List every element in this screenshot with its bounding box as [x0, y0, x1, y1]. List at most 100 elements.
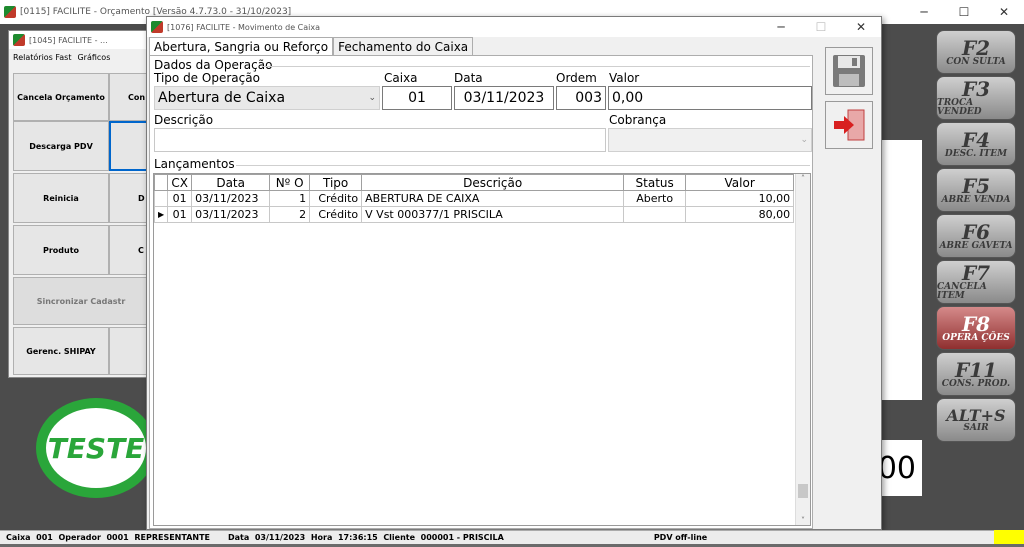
scroll-down-icon[interactable]: ˅	[796, 516, 810, 525]
status-data-label: Data	[228, 533, 250, 542]
column-numero[interactable]: Nº O	[269, 174, 311, 191]
ordem-field[interactable]: 003	[556, 86, 606, 110]
fkey-label: F5	[961, 173, 991, 198]
tipo-operacao-value: Abertura de Caixa	[158, 90, 286, 106]
f11-consulta-produto-button[interactable]: F11 CONS. PROD.	[936, 352, 1016, 396]
fkey-caption: ABRE GAVETA	[939, 240, 1013, 251]
exit-button[interactable]	[825, 101, 873, 149]
column-status[interactable]: Status	[623, 174, 687, 191]
minimize-button[interactable]: ─	[761, 20, 801, 34]
c-button[interactable]: C	[109, 225, 149, 275]
fkey-label: F3	[961, 77, 991, 101]
maximize-button[interactable]: ☐	[944, 5, 984, 19]
column-data[interactable]: Data	[191, 174, 271, 191]
data-field[interactable]: 03/11/2023	[454, 86, 554, 110]
menu-relatorios-fast[interactable]: Relatórios Fast	[13, 53, 71, 62]
scrollbar-thumb[interactable]	[798, 484, 808, 498]
fkey-caption: CON SULTA	[946, 56, 1006, 67]
function-key-panel: F2 CON SULTA F3 TROCA VENDED F4 DESC. ITEM …	[936, 30, 1020, 444]
descricao-field[interactable]	[154, 128, 606, 152]
cell-status	[623, 206, 687, 223]
status-hora: 17:36:15	[337, 533, 378, 542]
fkey-label: F2	[961, 35, 991, 60]
cell-tipo: Crédito	[309, 206, 363, 223]
close-button[interactable]: ✕	[984, 5, 1024, 19]
fkey-label: ALT+S	[946, 405, 1006, 425]
save-button[interactable]	[825, 47, 873, 95]
maximize-button[interactable]: ☐	[801, 20, 841, 34]
app-icon	[4, 6, 16, 18]
reinicia-button[interactable]: Reinicia	[13, 173, 109, 223]
sincronizar-cadastros-button[interactable]: Sincronizar Cadastr	[13, 277, 149, 325]
ordem-label: Ordem	[556, 71, 597, 85]
table-row[interactable]: 01 03/11/2023 1 Crédito ABERTURA DE CAIX…	[153, 190, 795, 207]
table-row[interactable]: ▶ 01 03/11/2023 2 Crédito V Vst 000377/1…	[153, 206, 795, 223]
scroll-up-icon[interactable]: ˄	[796, 174, 810, 183]
app-icon	[151, 21, 163, 33]
focused-button[interactable]	[109, 121, 149, 171]
f5-abre-venda-button[interactable]: F5 ABRE VENDA	[936, 168, 1016, 212]
f3-troca-vendedor-button[interactable]: F3 TROCA VENDED	[936, 76, 1016, 120]
status-operador: 0001	[106, 533, 129, 542]
d-button[interactable]: D	[109, 173, 149, 223]
table-header: CX Data Nº O Tipo Descrição Status Valor	[153, 174, 795, 191]
lancamentos-title: Lançamentos	[154, 157, 235, 171]
tipo-operacao-select[interactable]: Abertura de Caixa ⌄	[154, 86, 380, 110]
menu-graficos[interactable]: Gráficos	[77, 53, 110, 62]
f4-desconto-item-button[interactable]: F4 DESC. ITEM	[936, 122, 1016, 166]
valor-field[interactable]: 0,00	[608, 86, 812, 110]
descarga-pdv-button[interactable]: Descarga PDV	[13, 121, 109, 171]
cell-tipo: Crédito	[309, 190, 363, 207]
budget-options-window: [1045] FACILITE - ... Relatórios Fast Gr…	[8, 30, 150, 378]
con-button[interactable]: Con	[109, 73, 149, 121]
cobranca-select[interactable]: ⌄	[608, 128, 812, 152]
minimize-button[interactable]: ─	[904, 5, 944, 19]
column-tipo[interactable]: Tipo	[309, 174, 363, 191]
chevron-down-icon: ⌄	[800, 135, 808, 145]
column-valor[interactable]: Valor	[685, 174, 795, 191]
status-caixa-label: Caixa	[6, 533, 31, 542]
tab-fechamento[interactable]: Fechamento do Caixa	[333, 37, 474, 56]
status-pdv: PDV off-line	[653, 533, 708, 542]
status-indicator	[994, 530, 1024, 544]
budget-window-titlebar: [1045] FACILITE - ...	[9, 31, 149, 49]
current-row-arrow-icon: ▶	[153, 206, 169, 223]
status-hora-label: Hora	[310, 533, 333, 542]
data-label: Data	[454, 71, 483, 85]
lancamentos-grid[interactable]: CX Data Nº O Tipo Descrição Status Valor…	[153, 173, 811, 526]
test-stamp-logo: TESTE	[36, 398, 156, 498]
f2-consulta-button[interactable]: F2 CON SULTA	[936, 30, 1016, 74]
cell-data: 03/11/2023	[191, 190, 271, 207]
fkey-label: F6	[961, 219, 991, 244]
status-caixa: 001	[36, 533, 53, 542]
f8-operacoes-button[interactable]: F8 OPERA ÇÕES	[936, 306, 1016, 350]
group-divider	[262, 66, 810, 67]
row-indicator	[153, 190, 169, 207]
fkey-caption: CANCELA ITEM	[937, 282, 987, 301]
column-descricao[interactable]: Descrição	[361, 174, 625, 191]
grid-scrollbar[interactable]: ˄ ˅	[795, 174, 810, 525]
cancela-orcamento-button[interactable]: Cancela Orçamento	[13, 73, 109, 121]
cell-numero: 1	[269, 190, 311, 207]
blank-button[interactable]	[109, 327, 149, 375]
fkey-caption: DESC. ITEM	[944, 148, 1008, 159]
produto-button[interactable]: Produto	[13, 225, 109, 275]
tab-abertura[interactable]: Abertura, Sangria ou Reforço	[149, 37, 334, 56]
alt-s-sair-button[interactable]: ALT+S SAIR	[936, 398, 1016, 442]
cell-numero: 2	[269, 206, 311, 223]
gerenc-shipay-button[interactable]: Gerenc. SHIPAY	[13, 327, 109, 375]
column-cx[interactable]: CX	[167, 174, 193, 191]
status-operador-label: Operador	[58, 533, 101, 542]
cash-window-controls: ─ ☐ ✕	[761, 17, 881, 37]
tab-bar: Abertura, Sangria ou Reforço Fechamento …	[149, 37, 474, 56]
status-data: 03/11/2023	[254, 533, 306, 542]
caixa-field[interactable]: 01	[382, 86, 452, 110]
descricao-label: Descrição	[154, 113, 214, 127]
f6-abre-gaveta-button[interactable]: F6 ABRE GAVETA	[936, 214, 1016, 258]
status-operador-nome: REPRESENTANTE	[134, 533, 211, 542]
cash-movement-window: [1076] FACILITE - Movimento de Caixa ─ ☐…	[146, 16, 882, 530]
close-button[interactable]: ✕	[841, 20, 881, 34]
fkey-caption: TROCA VENDED	[937, 98, 982, 117]
f7-cancela-item-button[interactable]: F7 CANCELA ITEM	[936, 260, 1016, 304]
fkey-label: F11	[954, 357, 998, 382]
